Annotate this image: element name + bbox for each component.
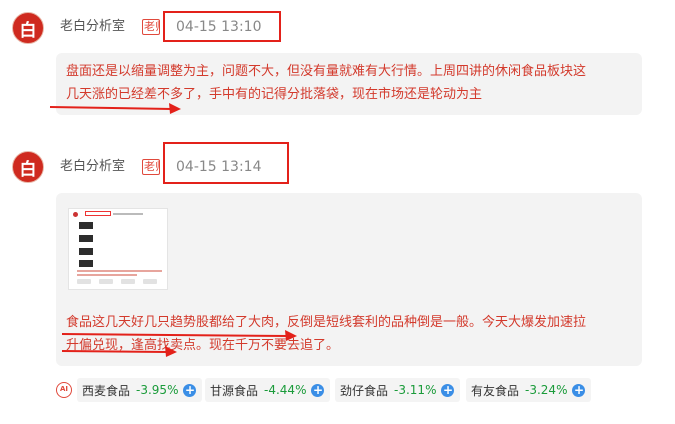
stock-name: 西麦食品 bbox=[82, 383, 131, 398]
annotation-arrow bbox=[61, 330, 297, 341]
add-watchlist-icon[interactable]: + bbox=[311, 383, 325, 397]
attached-image-thumbnail[interactable] bbox=[68, 208, 168, 290]
stock-change: -3.24% bbox=[525, 383, 568, 397]
thumb-tag bbox=[99, 279, 113, 284]
thumb-tag bbox=[121, 279, 135, 284]
stock-change: -3.95% bbox=[136, 383, 179, 397]
avatar-glyph: 白 bbox=[19, 20, 37, 41]
timestamp-highlight-box bbox=[163, 11, 281, 42]
stock-tag[interactable]: 西麦食品 -3.95% + bbox=[77, 378, 203, 402]
add-watchlist-icon[interactable]: + bbox=[183, 383, 197, 397]
annotation-arrow bbox=[61, 346, 177, 357]
author-name[interactable]: 老白分析室 bbox=[60, 158, 125, 176]
annotation-arrow bbox=[49, 103, 181, 114]
add-watchlist-icon[interactable]: + bbox=[572, 383, 586, 397]
stock-tag[interactable]: 有友食品 -3.24% + bbox=[466, 378, 592, 402]
message-line: 盘面还是以缩量调整为主，问题不大，但没有量就难有大行情。上周四讲的休闲食品板块这 bbox=[66, 64, 587, 79]
add-watchlist-icon[interactable]: + bbox=[441, 383, 455, 397]
stock-name: 甘源食品 bbox=[210, 383, 259, 398]
thumb-tag bbox=[77, 279, 91, 284]
role-badge: 老师 bbox=[142, 159, 160, 175]
stock-name: 有友食品 bbox=[471, 383, 520, 398]
thumb-block bbox=[79, 222, 93, 229]
stock-change: -4.44% bbox=[264, 383, 307, 397]
stock-change: -3.11% bbox=[394, 383, 437, 397]
timestamp-highlight-box bbox=[163, 142, 289, 184]
author-avatar[interactable]: 白 bbox=[12, 12, 44, 44]
thumb-text-line bbox=[77, 270, 162, 272]
stock-name: 劲仔食品 bbox=[340, 383, 389, 398]
thumb-avatar bbox=[73, 212, 78, 217]
thumb-text-line bbox=[77, 274, 137, 276]
author-name[interactable]: 老白分析室 bbox=[60, 18, 125, 36]
avatar-glyph: 白 bbox=[19, 159, 37, 180]
author-avatar[interactable]: 白 bbox=[12, 151, 44, 183]
thumb-block bbox=[79, 235, 93, 242]
stock-tag[interactable]: 劲仔食品 -3.11% + bbox=[335, 378, 461, 402]
thumb-tag bbox=[143, 279, 157, 284]
role-badge: 老师 bbox=[142, 19, 160, 35]
thumb-block bbox=[79, 248, 93, 255]
ai-icon: AI bbox=[56, 382, 72, 398]
thumb-highlight bbox=[85, 211, 111, 216]
thumb-block bbox=[79, 260, 93, 267]
stock-tag[interactable]: 甘源食品 -4.44% + bbox=[205, 378, 331, 402]
thumb-line bbox=[113, 213, 143, 215]
